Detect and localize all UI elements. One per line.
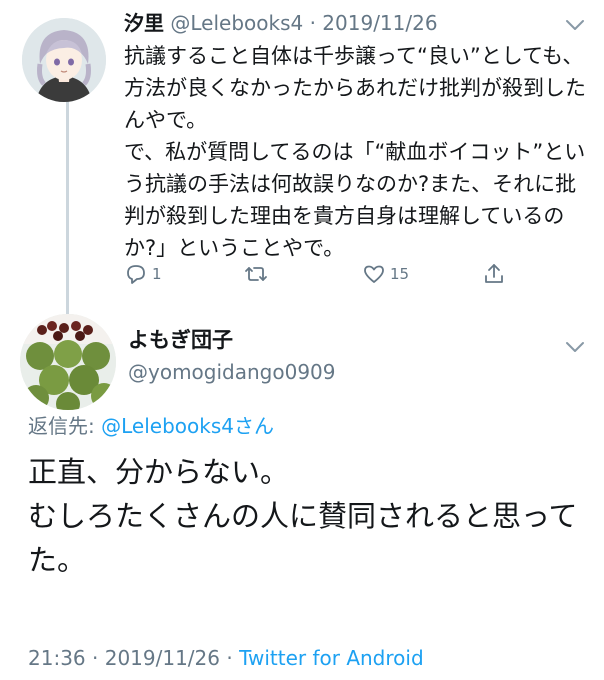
tweet-text-paragraph: 正直、分からない。 <box>28 455 290 489</box>
chevron-down-icon[interactable] <box>564 340 586 354</box>
avatar[interactable] <box>20 314 116 410</box>
share-icon <box>485 264 503 283</box>
like-button[interactable]: 15 <box>362 262 409 286</box>
display-name[interactable]: 汐里 <box>124 11 164 35</box>
meta-separator: · <box>226 646 233 670</box>
share-button[interactable] <box>482 262 510 286</box>
tweet-text-paragraph: で、私が質問してるのは「“献血ボイコット”という抗議の手法は何故誤りなのか?また… <box>124 140 586 260</box>
chevron-down-icon[interactable] <box>564 18 586 32</box>
reply-to-line: 返信先: @Lelebooks4さん <box>28 412 274 440</box>
tweet-text-paragraph: むしろたくさんの人に賛同されると思ってた。 <box>28 499 578 577</box>
retweet-button[interactable] <box>244 262 272 286</box>
tweet-metadata: 21:36 · 2019/11/26 · Twitter for Android <box>28 644 424 672</box>
heart-icon <box>364 265 384 283</box>
tweet-date[interactable]: 2019/11/26 <box>105 646 220 670</box>
display-name[interactable]: よもぎ団子 <box>128 326 233 354</box>
retweet-icon <box>245 267 267 281</box>
tweet-text-paragraph: 抗議すること自体は千歩譲って“良い”としても、方法が良くなかったからあれだけ批判… <box>124 44 586 132</box>
dango-photo-avatar-image <box>20 314 116 410</box>
user-handle[interactable]: @Lelebooks4 <box>170 11 303 35</box>
tweet-text: 抗議すること自体は千歩譲って“良い”としても、方法が良くなかったからあれだけ批判… <box>124 40 590 264</box>
anime-girl-avatar-illustration <box>22 18 106 102</box>
reply-to-handle-link[interactable]: @Lelebooks4 <box>101 414 234 438</box>
tweet-actions-bar: 1 15 <box>124 262 564 290</box>
reply-icon <box>127 265 145 284</box>
user-handle[interactable]: @yomogidango0909 <box>128 358 336 386</box>
tweet-time[interactable]: 21:36 <box>28 646 86 670</box>
header-separator: · <box>309 11 316 35</box>
tweet-date[interactable]: 2019/11/26 <box>322 11 437 35</box>
reply-to-label: 返信先: <box>28 414 102 438</box>
source-app-link[interactable]: Twitter for Android <box>239 646 424 670</box>
tweet-text: 正直、分からない。むしろたくさんの人に賛同されると思ってた。 <box>28 450 588 582</box>
tweet-header: 汐里 @Lelebooks4 · 2019/11/26 <box>124 10 438 36</box>
meta-separator: · <box>92 646 99 670</box>
like-count: 15 <box>390 265 410 283</box>
avatar[interactable] <box>22 18 106 102</box>
thread-connector-line <box>66 100 69 314</box>
reply-count: 1 <box>152 265 162 283</box>
reply-to-suffix[interactable]: さん <box>234 414 274 438</box>
reply-button[interactable]: 1 <box>124 262 162 286</box>
